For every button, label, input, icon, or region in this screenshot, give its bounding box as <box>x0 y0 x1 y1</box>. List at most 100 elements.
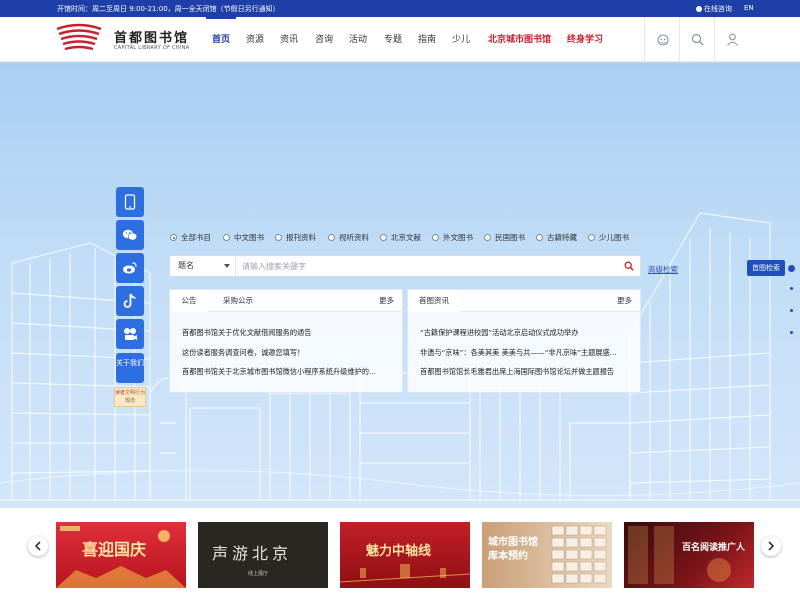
reader-code-notice[interactable]: 读者文明行为规范 <box>114 387 146 407</box>
radio-icon <box>223 234 230 241</box>
search-button[interactable] <box>679 17 715 62</box>
list-item[interactable]: 首都图书馆馆长毛雅君出席上海国际图书馆论坛并做主题报告 <box>420 367 634 379</box>
nav-item-topics[interactable]: 专题 <box>384 32 402 45</box>
announcements-tabs: 公告 采购公示 更多 <box>170 290 402 312</box>
card-title: 声游北京 <box>212 544 293 563</box>
scope-chinese-books[interactable]: 中文图书 <box>223 232 264 243</box>
nav-item-home[interactable]: 首页 <box>205 17 237 45</box>
card-title: 城市图书馆 库本预约 <box>488 537 538 562</box>
nav-item-news[interactable]: 资讯 <box>280 32 298 45</box>
reading-promoters-banner-art <box>628 526 731 584</box>
announcements-more-link[interactable]: 更多 <box>379 290 394 312</box>
library-logo-icon <box>56 23 102 51</box>
carousel-card-reading-promoters[interactable]: 百名阅读推广人 <box>624 522 754 588</box>
tiktok-icon <box>123 293 136 308</box>
scope-audiovisual[interactable]: 视听资料 <box>328 232 369 243</box>
search-icon <box>624 261 634 271</box>
language-switch[interactable]: EN <box>744 4 754 12</box>
radio-icon <box>536 234 543 241</box>
list-item[interactable]: 首都图书馆关于优化文献借阅服务的通告 <box>182 328 396 340</box>
radio-icon <box>380 234 387 241</box>
radio-icon <box>484 234 491 241</box>
online-consult-label: 在线咨询 <box>704 5 732 13</box>
indicator-dot[interactable] <box>790 287 793 290</box>
scope-beijing-docs[interactable]: 北京文献 <box>380 232 421 243</box>
carousel-card-sound-beijing[interactable]: 声游北京 线上展厅 <box>198 522 328 588</box>
home-search-button[interactable]: 首图检索 <box>747 260 785 276</box>
news-tabs: 首图资讯 更多 <box>408 290 640 312</box>
carousel-next-button[interactable] <box>761 536 781 556</box>
wechat-icon <box>122 229 138 241</box>
scope-children-books[interactable]: 少儿图书 <box>588 232 629 243</box>
tab-procurement[interactable]: 采购公示 <box>212 290 264 312</box>
search-field-select[interactable]: 题名 <box>170 256 236 276</box>
carousel-card-central-axis[interactable]: 魅力中轴线 <box>340 522 470 588</box>
weibo-button[interactable] <box>116 253 144 283</box>
card-title: 喜迎国庆 <box>82 540 147 559</box>
robot-icon <box>656 33 669 46</box>
nav-item-consult[interactable]: 咨询 <box>315 32 333 45</box>
advanced-search-link[interactable]: 高级检索 <box>648 264 678 275</box>
radio-icon <box>588 234 595 241</box>
card-title: 百名阅读推广人 <box>682 543 746 553</box>
site-logo[interactable]: 首都图书馆 CAPITAL LIBRARY OF CHINA <box>55 23 195 57</box>
tiktok-button[interactable] <box>116 286 144 316</box>
chevron-left-icon <box>34 541 41 551</box>
scope-periodicals[interactable]: 报刊资料 <box>275 232 316 243</box>
scope-republic-books[interactable]: 民国图书 <box>484 232 525 243</box>
indicator-dot[interactable] <box>790 331 793 334</box>
indicator-dot[interactable] <box>790 309 793 312</box>
list-item[interactable]: 这份读者服务调查问卷，诚邀您填写！ <box>182 348 396 360</box>
search-bar: 题名 <box>169 255 641 277</box>
about-us-button[interactable]: 关于我们 <box>116 353 144 383</box>
scope-all[interactable]: 全部书目 <box>170 232 211 243</box>
nav-item-lifelong-learning[interactable]: 终身学习 <box>567 32 603 45</box>
announcements-panel: 公告 采购公示 更多 首都图书馆关于优化文献借阅服务的通告 这份读者服务调查问卷… <box>169 289 403 393</box>
user-icon <box>727 33 738 46</box>
nav-item-resources[interactable]: 资源 <box>246 32 264 45</box>
nav-item-guide[interactable]: 指南 <box>418 32 436 45</box>
list-item[interactable]: 非遗与“京味”：各美其美 美美与共——“非凡京味”主题展盛… <box>420 348 634 360</box>
radio-icon <box>432 234 439 241</box>
carousel-card-national-day[interactable]: 喜迎国庆 <box>56 522 186 588</box>
opening-hours: 开馆时间：周二至周日 9:00-21:00，周一全天闭馆（节假日另行通知） <box>57 5 280 13</box>
mobile-icon <box>124 194 136 210</box>
radio-icon <box>275 234 282 241</box>
search-submit-button[interactable] <box>622 259 636 273</box>
carousel-card-library-booking[interactable]: 城市图书馆 库本预约 <box>482 522 612 588</box>
mobile-button[interactable] <box>116 187 144 217</box>
scope-foreign-books[interactable]: 外文图书 <box>432 232 473 243</box>
carousel-prev-button[interactable] <box>28 536 48 556</box>
logo-chinese-name: 首都图书馆 <box>114 31 190 46</box>
radio-icon <box>328 234 335 241</box>
news-more-link[interactable]: 更多 <box>617 290 632 312</box>
nav-item-activities[interactable]: 活动 <box>349 32 367 45</box>
wechat-button[interactable] <box>116 220 144 250</box>
list-item[interactable]: 首都图书馆关于北京城市图书馆微信小程序系统升级维护的… <box>182 367 396 379</box>
tab-announcements[interactable]: 公告 <box>170 290 208 312</box>
page-indicator-dots <box>786 265 796 345</box>
search-icon <box>691 33 704 46</box>
logo-english-name: CAPITAL LIBRARY OF CHINA <box>114 45 190 51</box>
main-header: 首都图书馆 CAPITAL LIBRARY OF CHINA 首页 资源 资讯 … <box>0 17 800 62</box>
tab-library-news[interactable]: 首图资讯 <box>408 290 460 312</box>
search-input[interactable] <box>242 256 612 276</box>
chat-icon <box>696 6 702 12</box>
robot-button[interactable] <box>644 17 680 62</box>
search-field-value: 题名 <box>178 261 194 270</box>
chevron-right-icon <box>768 541 775 551</box>
nav-item-beijing-city-library[interactable]: 北京城市图书馆 <box>488 32 551 45</box>
online-consult-link[interactable]: 在线咨询 <box>696 4 732 14</box>
user-button[interactable] <box>714 17 750 62</box>
video-button[interactable] <box>116 319 144 349</box>
news-panel: 首图资讯 更多 “古籍保护课程进校园”活动北京启动仪式成功举办 非遗与“京味”：… <box>407 289 641 393</box>
top-info-bar: 开馆时间：周二至周日 9:00-21:00，周一全天闭馆（节假日另行通知） 在线… <box>0 0 800 17</box>
card-title: 魅力中轴线 <box>366 544 432 559</box>
chevron-down-icon <box>224 264 230 268</box>
list-item[interactable]: “古籍保护课程进校园”活动北京启动仪式成功举办 <box>420 328 634 340</box>
video-icon <box>124 328 137 340</box>
indicator-dot-active[interactable] <box>788 265 795 272</box>
radio-icon <box>170 234 177 241</box>
scope-ancient-books[interactable]: 古籍特藏 <box>536 232 577 243</box>
nav-item-children[interactable]: 少儿 <box>452 32 470 45</box>
